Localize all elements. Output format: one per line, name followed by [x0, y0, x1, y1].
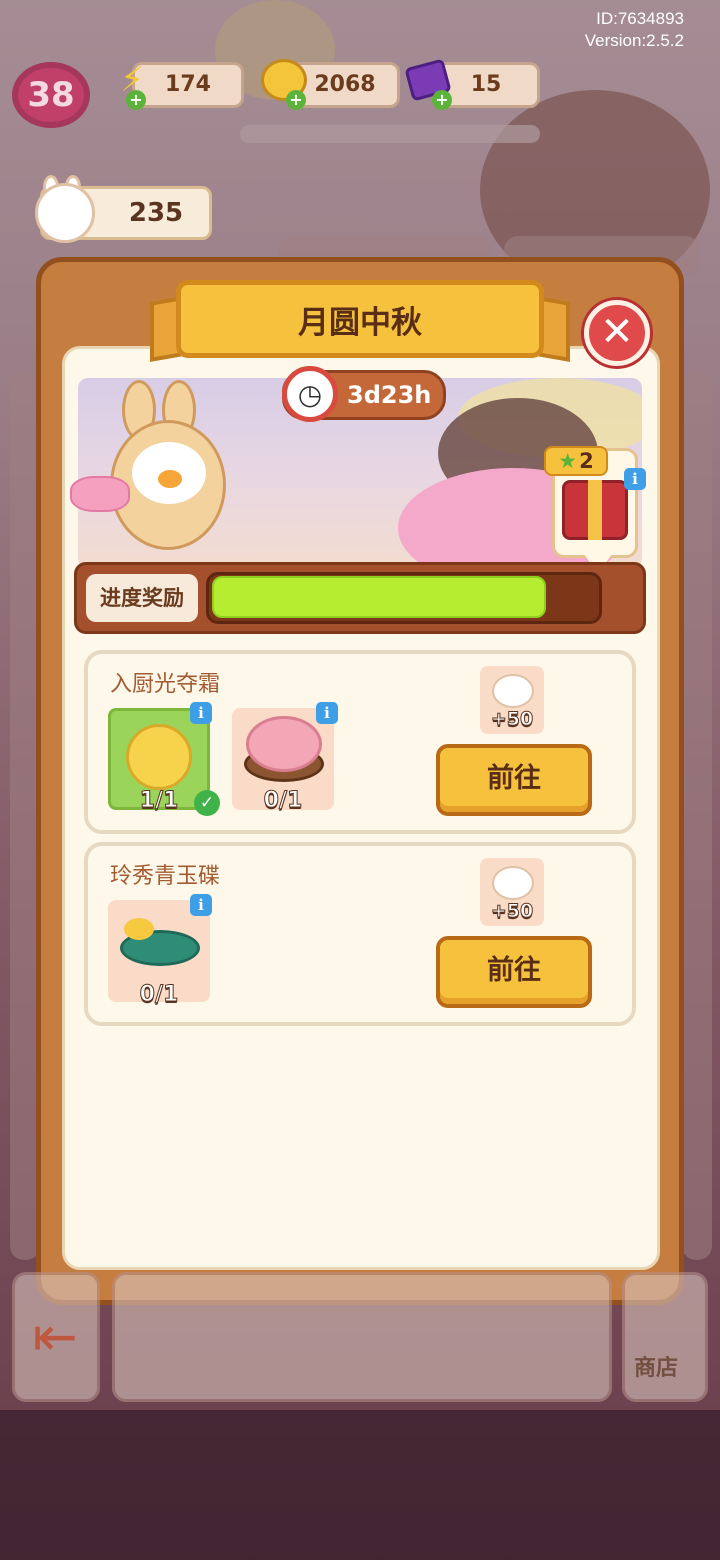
mascot-beak [158, 470, 182, 488]
mascot-bow [70, 476, 130, 512]
golden-mooncake-icon [126, 724, 192, 790]
go-button[interactable]: 前往 [436, 744, 592, 816]
task-title: 玲秀青玉碟 [110, 864, 221, 889]
reward-value: +50 [490, 900, 534, 923]
bunny-mascot [70, 380, 232, 560]
bunny-icon [35, 183, 95, 243]
bunny-points-badge: 235 [35, 175, 212, 243]
item-progress: 0/1 [139, 982, 179, 1008]
item-progress: 0/1 [263, 788, 303, 814]
user-id: ID:7634893 [596, 9, 684, 28]
gift-info-icon[interactable]: i [624, 468, 646, 490]
add-coins-icon[interactable]: + [286, 90, 306, 110]
info-icon[interactable]: i [190, 894, 212, 916]
close-button[interactable]: ✕ [584, 300, 650, 366]
bunny-reward-icon [492, 866, 534, 900]
player-level[interactable]: 38 [12, 62, 90, 128]
shop-label: 商店 [634, 1356, 679, 1381]
star-icon: ★ [558, 449, 578, 473]
version-label: Version:2.5.2 [584, 31, 684, 50]
bunny-points-value: 235 [128, 198, 184, 228]
info-icon[interactable]: i [316, 702, 338, 724]
osmanthus-icon [124, 918, 154, 940]
info-icon[interactable]: i [190, 702, 212, 724]
bottom-bar [112, 1272, 612, 1402]
event-title: 月圆中秋 [176, 280, 544, 358]
build-info: ID:7634893 Version:2.5.2 [585, 8, 684, 52]
reward-value: +50 [490, 708, 534, 731]
progress-label: 进度奖励 [86, 574, 198, 622]
exit-icon: ⇤ [32, 1305, 78, 1368]
check-icon: ✓ [194, 790, 220, 816]
gift-ribbon [588, 480, 602, 540]
add-energy-icon[interactable]: + [126, 90, 146, 110]
add-gems-icon[interactable]: + [432, 90, 452, 110]
gift-star-value: 2 [579, 449, 594, 473]
go-button[interactable]: 前往 [436, 936, 592, 1008]
clock-icon: ◷ [282, 366, 338, 422]
gift-star-count: ★ 2 [544, 446, 608, 476]
flower-mooncake-plate-icon [246, 716, 322, 772]
bunny-reward-icon [492, 674, 534, 708]
progress-fill [212, 576, 546, 618]
task-title: 入厨光夺霜 [110, 672, 221, 697]
shop-button[interactable] [622, 1272, 708, 1402]
